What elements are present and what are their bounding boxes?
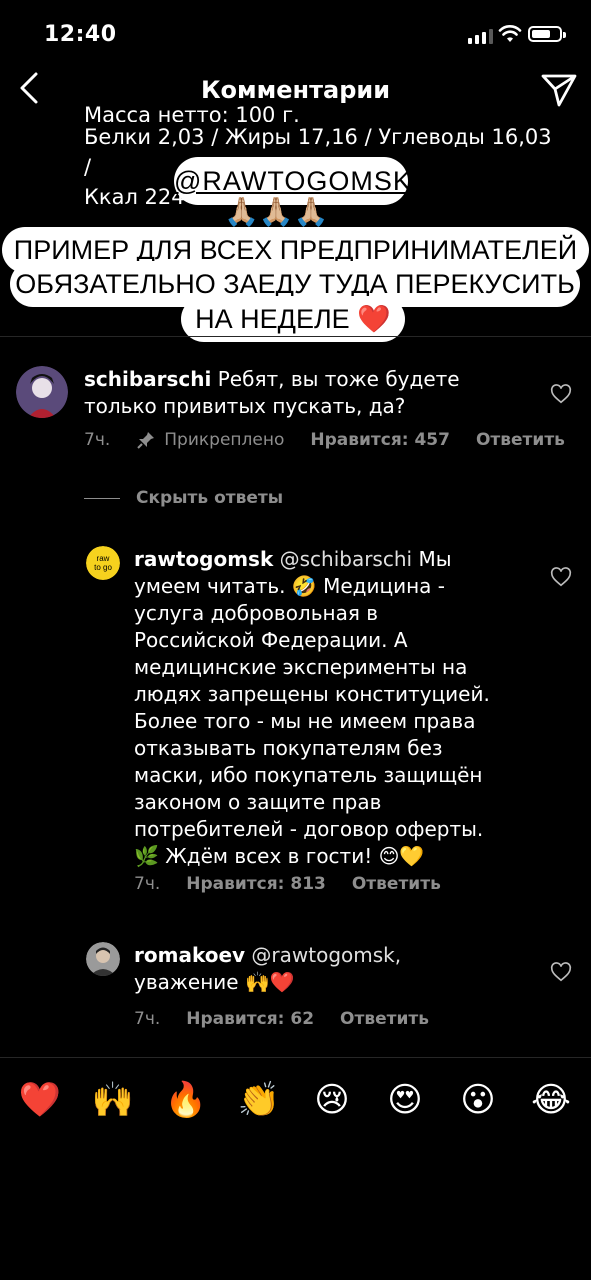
reply-text: отказывать покупателям без [134,736,443,760]
status-time: 12:40 [44,22,117,47]
reply-username[interactable]: rawtogomsk [134,547,273,571]
comment-time: 7ч. [84,430,111,450]
hide-replies-button[interactable]: Скрыть ответы [136,488,283,508]
reply-mention[interactable]: @schibarschi [280,547,412,571]
reply-mention[interactable]: @rawtogomsk, [251,943,401,967]
likes-count[interactable]: Нравится: 62 [186,1009,314,1029]
divider [0,336,591,337]
overlay-praying-hands: 🙏🏼🙏🏼🙏🏼 [224,195,329,228]
reply-text: медицинские эксперименты на [134,655,468,679]
hide-replies-line [84,498,120,499]
reply-button[interactable]: Ответить [352,874,441,894]
reply-username[interactable]: romakoev [134,943,245,967]
reply-text: уважение 🙌❤️ [134,970,295,994]
avatar[interactable]: raw to go [86,546,120,580]
signal-icon [468,28,493,44]
avatar[interactable] [86,942,120,976]
pin-icon [137,432,155,449]
emoji-reaction-bar: ❤️ 🙌 🔥 👏 😢 😍 😮 😂 [0,1080,591,1120]
emoji-heart[interactable]: ❤️ [16,1080,64,1120]
wifi-icon [498,25,522,42]
reply-button[interactable]: Ответить [340,1009,429,1029]
comment-body: schibarschi Ребят, вы тоже будете только… [84,366,504,420]
reply-time: 7ч. [134,874,161,894]
likes-count[interactable]: Нравится: 457 [310,430,450,450]
reply-text: маски, ибо покупатель защищён [134,763,483,787]
svg-text:raw: raw [97,554,110,563]
pinned-text: Прикреплено [164,430,285,450]
reply-text: услуга добровольная в [134,601,379,625]
pinned-label: Прикреплено [136,430,284,450]
reply-text: умеем читать. 🤣 Медицина - [134,574,446,598]
comment-text: Ребят, вы тоже будете [217,367,460,391]
reply-body: rawtogomsk @schibarschi Мы умеем читать.… [134,546,534,870]
comment-meta: 7ч. Прикреплено Нравится: 457 Ответить [84,430,565,450]
reply-button[interactable]: Ответить [476,430,565,450]
reply-text: людях запрещены конституцией. [134,682,490,706]
heart-icon[interactable] [550,383,572,405]
emoji-fire[interactable]: 🔥 [162,1080,210,1120]
reply-text: Более того - мы не имеем права [134,709,476,733]
emoji-laughing[interactable]: 😂 [527,1080,575,1120]
reply-meta: 7ч. Нравится: 813 Ответить [134,874,441,894]
emoji-surprised[interactable]: 😮 [454,1080,502,1120]
reply-text: потребителей - договор оферты. [134,817,484,841]
emoji-clap[interactable]: 👏 [235,1080,283,1120]
caption-line: Масса нетто: 100 г. [84,103,300,122]
comment-username[interactable]: schibarschi [84,367,211,391]
heart-icon[interactable] [550,961,572,983]
reply-text: Мы [418,547,452,571]
reply-body: romakoev @rawtogomsk, уважение 🙌❤️ [134,942,534,996]
reply-time: 7ч. [134,1009,161,1029]
heart-icon[interactable] [550,566,572,588]
likes-count[interactable]: Нравится: 813 [186,874,326,894]
reply-text: 🌿 Ждём всех в гости! 😊💛 [134,844,425,868]
svg-text:to go: to go [94,563,112,572]
reply-text: Российской Федерации. А [134,628,408,652]
emoji-heart-eyes[interactable]: 😍 [381,1080,429,1120]
reply-meta: 7ч. Нравится: 62 Ответить [134,1009,429,1029]
battery-icon [528,26,566,42]
comment-text: только привитых пускать, да? [84,394,406,418]
emoji-raised-hands[interactable]: 🙌 [89,1080,137,1120]
avatar[interactable] [16,366,68,418]
reply-text: законом о защите прав [134,790,382,814]
emoji-cry[interactable]: 😢 [308,1080,356,1120]
divider [0,1057,591,1058]
